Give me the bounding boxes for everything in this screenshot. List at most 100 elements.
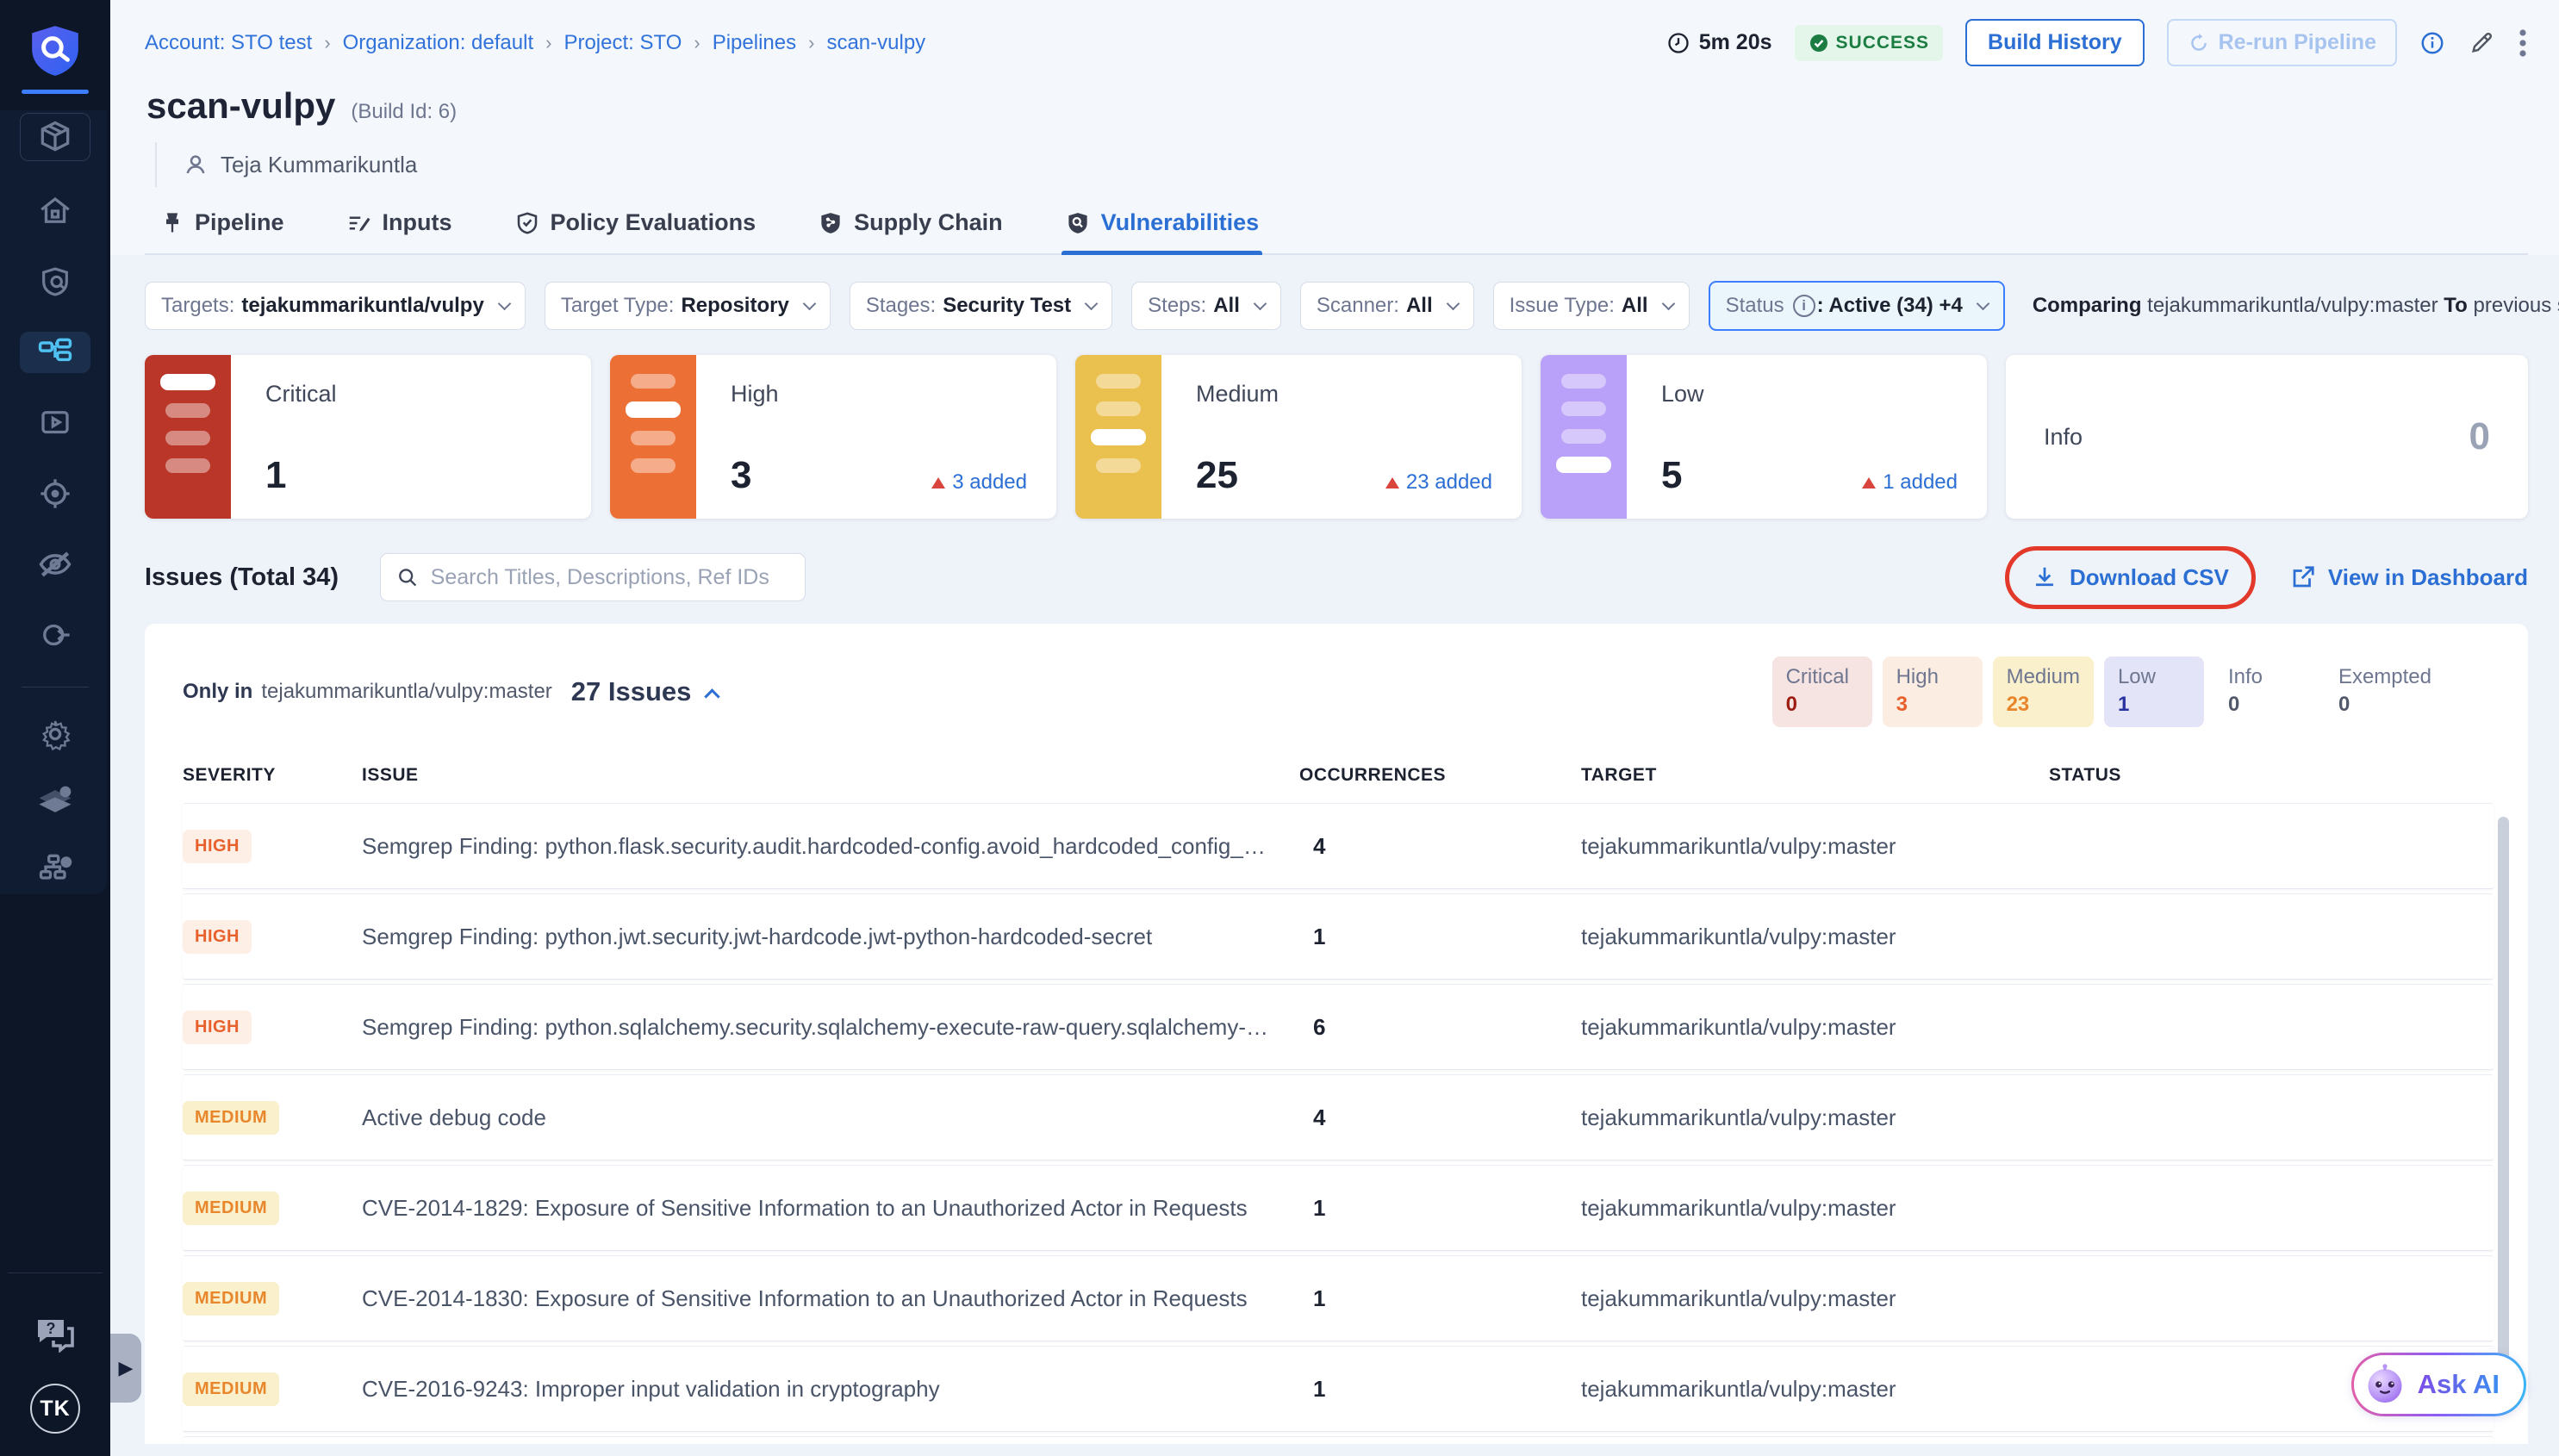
sidebar-item-home[interactable] bbox=[20, 190, 90, 232]
critical-card[interactable]: Critical 1 bbox=[145, 355, 591, 519]
ask-ai-button[interactable]: Ask AI bbox=[2351, 1353, 2526, 1416]
severity-chip[interactable]: Info 0 bbox=[2214, 656, 2314, 727]
help-chat-button[interactable]: ? bbox=[33, 1315, 78, 1353]
breadcrumb-organization[interactable]: Organization: default bbox=[343, 31, 533, 55]
breadcrumb-project[interactable]: Project: STO bbox=[563, 31, 682, 55]
high-card[interactable]: High 3 3 added bbox=[610, 355, 1056, 519]
tab-inputs[interactable]: Inputs bbox=[343, 209, 456, 253]
executions-icon bbox=[37, 405, 73, 441]
info-icon bbox=[2419, 30, 2445, 56]
breadcrumb-current-pipeline[interactable]: scan-vulpy bbox=[826, 31, 925, 55]
occurrences-value: 4 bbox=[1299, 833, 1581, 860]
filter-target-type[interactable]: Target Type:Repository bbox=[545, 282, 831, 330]
issue-title[interactable]: Semgrep Finding: python.jwt.security.jwt… bbox=[362, 924, 1299, 950]
breadcrumb-account[interactable]: Account: STO test bbox=[145, 31, 312, 55]
view-in-dashboard-button[interactable]: View in Dashboard bbox=[2290, 564, 2528, 591]
table-row[interactable]: HIGH Semgrep Finding: python.flask.secur… bbox=[183, 803, 2494, 889]
sidebar-item-settings[interactable] bbox=[20, 713, 90, 755]
chevron-down-icon bbox=[1085, 297, 1099, 311]
occurrences-value: 6 bbox=[1299, 1014, 1581, 1041]
sidebar-item-pipelines[interactable] bbox=[20, 332, 90, 373]
low-card[interactable]: Low 5 1 added bbox=[1541, 355, 1987, 519]
breadcrumb-separator: › bbox=[324, 32, 330, 54]
severity-chip[interactable]: Exempted 0 bbox=[2325, 656, 2445, 727]
tab-pipeline[interactable]: Pipeline bbox=[157, 209, 288, 253]
medium-card[interactable]: Medium 25 23 added bbox=[1075, 355, 1522, 519]
card-value: 1 bbox=[265, 457, 286, 495]
rerun-info-button[interactable] bbox=[2419, 30, 2445, 56]
status-badge: SUCCESS bbox=[1795, 25, 1944, 61]
sidebar-expand-handle[interactable]: ▶ bbox=[110, 1334, 141, 1403]
severity-chip[interactable]: Medium 23 bbox=[1993, 656, 2094, 727]
build-history-button[interactable]: Build History bbox=[1965, 19, 2145, 66]
table-row[interactable]: MEDIUM Active debug code 4 tejakummariku… bbox=[183, 1074, 2494, 1160]
sto-shield-logo-icon bbox=[27, 22, 84, 79]
filter-steps[interactable]: Steps:All bbox=[1131, 282, 1281, 330]
sidebar-item-getting-started[interactable] bbox=[20, 614, 90, 656]
filter-issue-type[interactable]: Issue Type:All bbox=[1493, 282, 1690, 330]
chip-value: 23 bbox=[2007, 693, 2080, 717]
sidebar-item-scans[interactable] bbox=[20, 261, 90, 302]
severity-chip[interactable]: High 3 bbox=[1883, 656, 1983, 727]
issue-title[interactable]: CVE-2014-1829: Exposure of Sensitive Inf… bbox=[362, 1195, 1299, 1222]
targets-crosshair-icon bbox=[37, 476, 73, 512]
more-options-button[interactable] bbox=[2518, 28, 2528, 59]
chevron-down-icon bbox=[1254, 297, 1267, 311]
sidebar-item-default-settings[interactable] bbox=[20, 781, 90, 822]
sidebar-item-org-settings[interactable] bbox=[20, 848, 90, 889]
harness-sto-logo[interactable] bbox=[22, 22, 89, 94]
sidebar-item-executions[interactable] bbox=[20, 402, 90, 444]
eye-off-icon bbox=[36, 545, 74, 583]
severity-chip[interactable]: Critical 0 bbox=[1772, 656, 1872, 727]
table-scrollbar[interactable] bbox=[2498, 817, 2509, 1361]
table-row[interactable]: HIGH Semgrep Finding: python.sqlalchemy.… bbox=[183, 984, 2494, 1070]
search-input[interactable] bbox=[431, 565, 789, 590]
breadcrumb-separator: › bbox=[694, 32, 700, 54]
chip-label: Critical bbox=[1786, 665, 1859, 689]
issue-title[interactable]: Semgrep Finding: python.sqlalchemy.secur… bbox=[362, 1014, 1299, 1041]
card-value: 0 bbox=[2469, 418, 2490, 456]
table-row[interactable]: MEDIUM CVE-2014-1829: Exposure of Sensit… bbox=[183, 1165, 2494, 1251]
module-cube-icon bbox=[36, 118, 74, 156]
breadcrumb-pipelines[interactable]: Pipelines bbox=[713, 31, 796, 55]
col-severity: SEVERITY bbox=[183, 765, 362, 786]
layers-gear-icon bbox=[36, 782, 74, 820]
filter-status[interactable]: Status i : Active (34) +4 bbox=[1709, 281, 2005, 331]
filter-stages[interactable]: Stages:Security Test bbox=[850, 282, 1112, 330]
chip-label: High bbox=[1896, 665, 1969, 689]
issue-title[interactable]: CVE-2016-9243: Improper input validation… bbox=[362, 1376, 1299, 1403]
module-switcher-button[interactable] bbox=[20, 113, 90, 161]
filters-row: Targets:tejakummarikuntla/vulpy Target T… bbox=[145, 281, 2528, 331]
tab-supply-chain[interactable]: Supply Chain bbox=[814, 209, 1006, 253]
rerun-pipeline-button[interactable]: Re-run Pipeline bbox=[2167, 19, 2397, 66]
edit-pipeline-button[interactable] bbox=[2468, 29, 2495, 57]
tab-policy-evaluations[interactable]: Policy Evaluations bbox=[511, 209, 760, 253]
severity-chips: Critical 0 High 3 Medium 23 bbox=[1772, 656, 2445, 727]
table-row[interactable]: MEDIUM CVE-2017-11424: PyJWT: key confus… bbox=[183, 1436, 2494, 1444]
table-row[interactable]: HIGH Semgrep Finding: python.jwt.securit… bbox=[183, 893, 2494, 980]
added-indicator: 23 added bbox=[1385, 470, 1492, 495]
triangle-up-icon bbox=[1862, 477, 1876, 488]
user-avatar[interactable]: TK bbox=[30, 1384, 80, 1434]
org-structure-gear-icon bbox=[36, 849, 74, 887]
occurrences-value: 1 bbox=[1299, 1195, 1581, 1222]
svg-text:?: ? bbox=[47, 1320, 56, 1337]
sidebar-item-exemptions[interactable] bbox=[20, 544, 90, 585]
severity-chip[interactable]: Low 1 bbox=[2104, 656, 2204, 727]
download-csv-button[interactable]: Download CSV bbox=[2032, 564, 2229, 591]
high-severity-meter-icon bbox=[610, 355, 696, 519]
collapse-chevron-up-icon[interactable] bbox=[705, 688, 720, 704]
sidebar-item-targets[interactable] bbox=[20, 473, 90, 514]
tab-vulnerabilities[interactable]: Vulnerabilities bbox=[1062, 209, 1263, 253]
issue-title[interactable]: Active debug code bbox=[362, 1104, 1299, 1131]
table-row[interactable]: MEDIUM CVE-2016-9243: Improper input val… bbox=[183, 1346, 2494, 1432]
filter-scanner[interactable]: Scanner:All bbox=[1300, 282, 1474, 330]
filter-targets[interactable]: Targets:tejakummarikuntla/vulpy bbox=[145, 282, 526, 330]
issue-title[interactable]: CVE-2014-1830: Exposure of Sensitive Inf… bbox=[362, 1285, 1299, 1312]
issues-total-title: Issues (Total 34) bbox=[145, 563, 339, 592]
issues-search[interactable] bbox=[380, 553, 806, 601]
refresh-icon bbox=[2188, 32, 2210, 54]
issue-title[interactable]: Semgrep Finding: python.flask.security.a… bbox=[362, 833, 1299, 860]
table-row[interactable]: MEDIUM CVE-2014-1830: Exposure of Sensit… bbox=[183, 1255, 2494, 1341]
info-card[interactable]: Info 0 bbox=[2006, 355, 2528, 519]
